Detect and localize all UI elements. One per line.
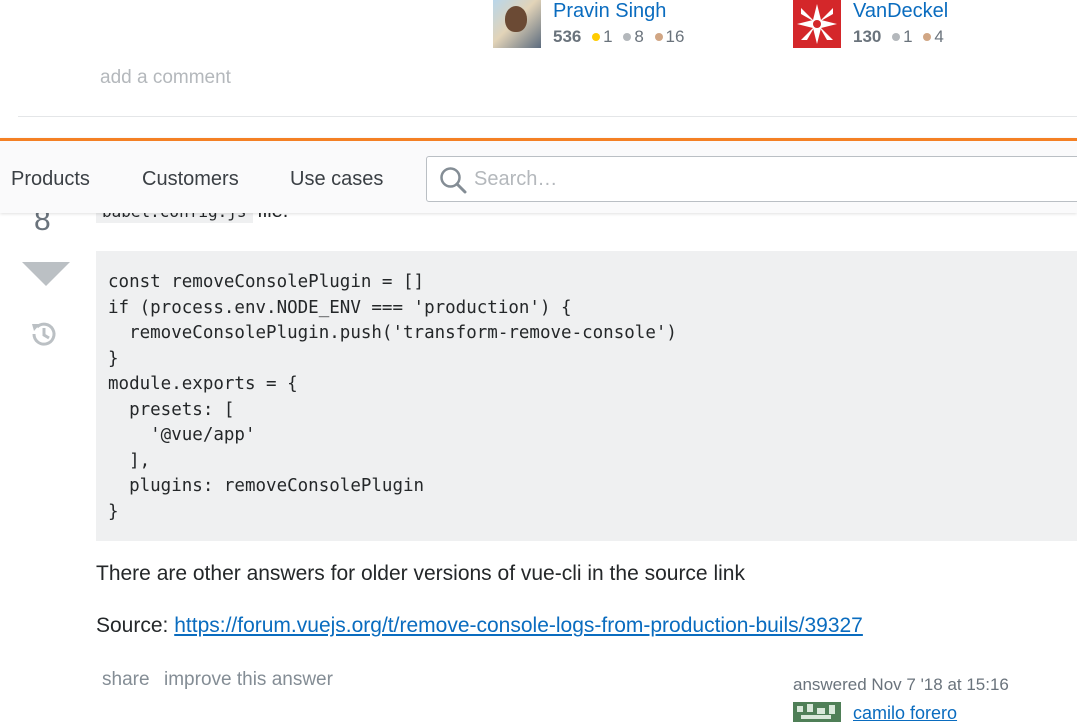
user-link-pravin-singh[interactable]: Pravin Singh	[553, 0, 666, 22]
silver-badge-icon	[892, 32, 901, 41]
search-icon	[439, 166, 467, 194]
nav-products[interactable]: Products	[11, 168, 90, 191]
improve-answer-link[interactable]: improve this answer	[164, 669, 333, 691]
code-block: const removeConsolePlugin = [] if (proce…	[96, 251, 1077, 541]
answer-paragraph: There are other answers for older versio…	[96, 562, 745, 585]
divider	[18, 116, 1077, 117]
source-label: Source:	[96, 614, 175, 637]
bronze-badge-icon	[923, 32, 932, 41]
source-line: Source: https://forum.vuejs.org/t/remove…	[96, 614, 863, 638]
avatar-pravin-singh[interactable]	[493, 0, 541, 48]
user-link-vandeckel[interactable]: VanDeckel	[853, 0, 948, 22]
reputation-score: 536	[553, 27, 582, 46]
bronze-badge-count: 16	[665, 27, 685, 46]
user-stats-vandeckel: 130 1 4	[853, 27, 944, 47]
search-box[interactable]	[426, 156, 1077, 202]
search-input[interactable]	[474, 165, 1034, 193]
reputation-score: 130	[853, 27, 882, 46]
bronze-badge-count: 4	[934, 27, 944, 46]
code-content: const removeConsolePlugin = [] if (proce…	[108, 272, 677, 522]
share-link[interactable]: share	[102, 669, 150, 691]
author-link[interactable]: camilo forero	[853, 703, 957, 724]
downvote-button[interactable]	[22, 262, 70, 286]
gold-badge-icon	[592, 32, 601, 41]
top-navigation-bar: Products Customers Use cases	[0, 138, 1077, 213]
silver-badge-count: 1	[903, 27, 913, 46]
nav-customers[interactable]: Customers	[142, 168, 239, 191]
user-card-vandeckel: VanDeckel	[853, 0, 948, 23]
avatar-vandeckel[interactable]	[793, 0, 841, 48]
add-comment-link[interactable]: add a comment	[100, 67, 231, 89]
answered-timestamp: answered Nov 7 '18 at 15:16	[793, 675, 1009, 694]
gold-badge-count: 1	[603, 27, 613, 46]
nav-use-cases[interactable]: Use cases	[290, 168, 383, 191]
silver-badge-count: 8	[634, 27, 644, 46]
silver-badge-icon	[623, 32, 632, 41]
history-icon[interactable]	[28, 318, 60, 350]
user-card-pravin: Pravin Singh	[553, 0, 666, 23]
user-stats-pravin: 536 1 8 16	[553, 27, 684, 47]
avatar-camilo-forero[interactable]	[793, 702, 841, 722]
bronze-badge-icon	[654, 32, 663, 41]
source-link[interactable]: https://forum.vuejs.org/t/remove-console…	[174, 614, 863, 637]
